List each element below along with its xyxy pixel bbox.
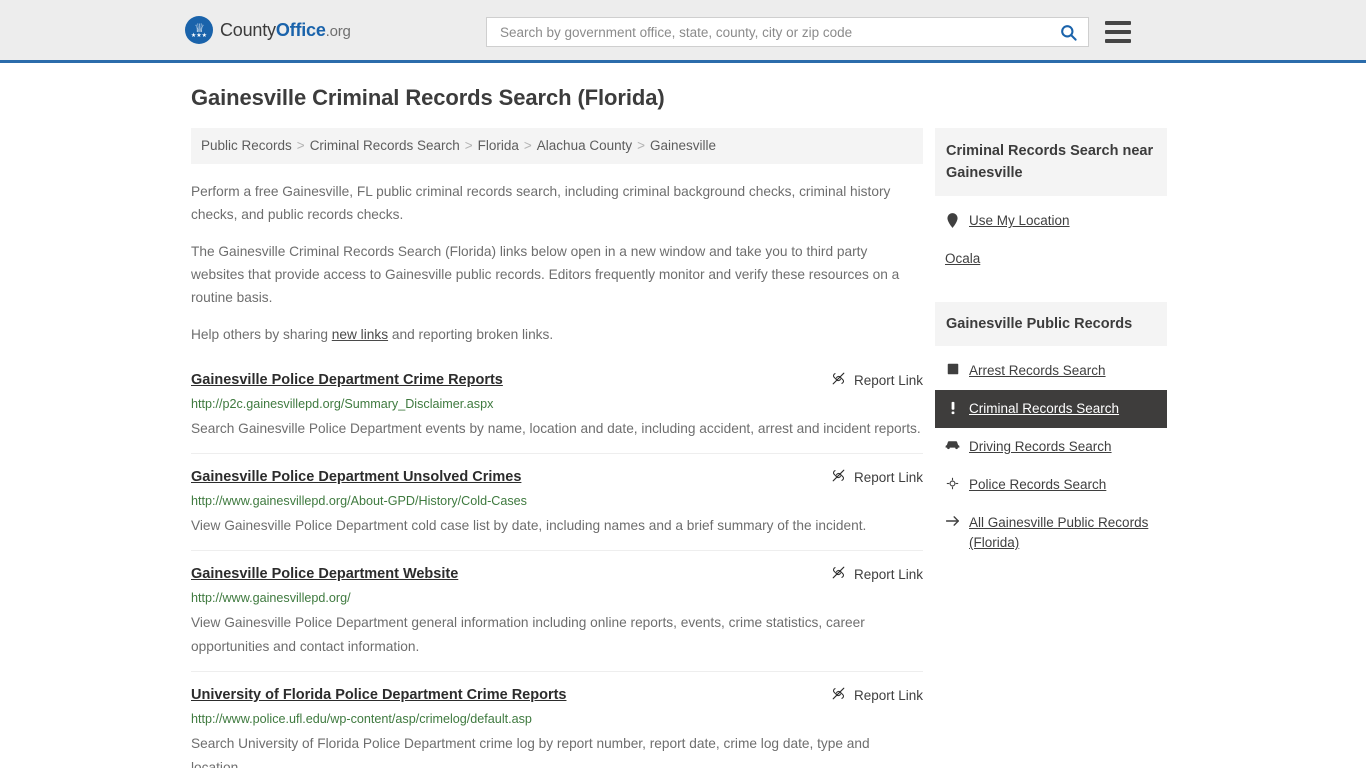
gavel-icon	[945, 361, 960, 375]
results-list: Gainesville Police Department Crime Repo…	[191, 366, 923, 768]
page-body: Gainesville Criminal Records Search (Flo…	[183, 63, 1183, 768]
content-columns: Public Records > Criminal Records Search > F…	[183, 128, 1183, 768]
main-column: Public Records > Criminal Records Search > F…	[191, 128, 923, 768]
use-my-location-link[interactable]: Use My Location	[935, 202, 1167, 240]
report-link-button[interactable]: Report Link	[831, 564, 923, 583]
sidebar-link-label: Criminal Records Search	[969, 401, 1120, 416]
result-item: Gainesville Police Department Unsolved C…	[191, 453, 923, 550]
public-records-links: Arrest Records Search Criminal Records Se…	[935, 346, 1167, 562]
intro-p3-before: Help others by sharing	[191, 327, 332, 342]
report-link-button[interactable]: Report Link	[831, 467, 923, 486]
breadcrumb-separator: >	[296, 138, 305, 153]
near-gainesville-heading: Criminal Records Search near Gainesville	[935, 128, 1167, 196]
result-title-link[interactable]: University of Florida Police Department …	[191, 685, 566, 705]
broken-link-icon	[831, 468, 846, 486]
intro-paragraph-2: The Gainesville Criminal Records Search …	[191, 244, 900, 305]
sidebar-link-all-gainesville-public-records-florida[interactable]: All Gainesville Public Records (Florida)	[935, 504, 1167, 562]
broken-link-icon	[831, 686, 846, 704]
result-title-link[interactable]: Gainesville Police Department Website	[191, 564, 458, 584]
report-link-button[interactable]: Report Link	[831, 685, 923, 704]
intro-p3-after: and reporting broken links.	[388, 327, 554, 342]
search-box[interactable]	[486, 17, 1089, 47]
search-input[interactable]	[498, 19, 1057, 45]
sidebar-link-label: Driving Records Search	[969, 439, 1112, 454]
result-header: University of Florida Police Department …	[191, 685, 923, 705]
result-title-link[interactable]: Gainesville Police Department Crime Repo…	[191, 370, 503, 390]
result-url[interactable]: http://www.gainesvillepd.org/About-GPD/H…	[191, 493, 923, 510]
site-header: ♕ ★★★ CountyOffice.org	[0, 0, 1366, 63]
breadcrumb-separator: >	[464, 138, 473, 153]
breadcrumb-item[interactable]: Alachua County	[537, 138, 632, 153]
breadcrumb-item[interactable]: Florida	[478, 138, 519, 153]
near-gainesville-links: Use My Location Ocala	[935, 196, 1167, 278]
result-header: Gainesville Police Department Unsolved C…	[191, 467, 923, 487]
brand-part-3: .org	[325, 22, 351, 40]
sidebar-link-arrest-records-search[interactable]: Arrest Records Search	[935, 352, 1167, 390]
report-link-label: Report Link	[853, 469, 923, 485]
car-icon	[945, 437, 960, 450]
brand-wordmark: CountyOffice.org	[220, 20, 351, 41]
breadcrumb-item[interactable]: Gainesville	[650, 138, 716, 153]
result-description: Search Gainesville Police Department eve…	[191, 421, 921, 436]
exclamation-icon	[945, 399, 960, 415]
eagle-seal-icon: ♕ ★★★	[185, 16, 213, 44]
public-records-heading: Gainesville Public Records	[935, 302, 1167, 346]
breadcrumb-item[interactable]: Public Records	[201, 138, 292, 153]
result-url[interactable]: http://p2c.gainesvillepd.org/Summary_Dis…	[191, 396, 923, 413]
page-title: Gainesville Criminal Records Search (Flo…	[191, 85, 665, 110]
sidebar: Criminal Records Search near Gainesville…	[935, 128, 1167, 566]
nearby-place-ocala[interactable]: Ocala	[935, 240, 1167, 278]
breadcrumb-item[interactable]: Criminal Records Search	[310, 138, 460, 153]
new-links-link[interactable]: new links	[332, 327, 388, 342]
header-search	[486, 17, 1131, 47]
public-records-card: Gainesville Public Records Arrest Record…	[935, 302, 1167, 562]
sidebar-link-police-records-search[interactable]: Police Records Search	[935, 466, 1167, 504]
header-inner: ♕ ★★★ CountyOffice.org	[183, 0, 1183, 60]
brand-part-2: Office	[275, 19, 326, 40]
sidebar-link-label: All Gainesville Public Records (Florida)	[969, 515, 1149, 550]
result-header: Gainesville Police Department Website Rep…	[191, 564, 923, 584]
sidebar-link-label: Police Records Search	[969, 477, 1107, 492]
result-url[interactable]: http://www.police.ufl.edu/wp-content/asp…	[191, 711, 923, 728]
result-description: Search University of Florida Police Depa…	[191, 736, 870, 768]
result-url[interactable]: http://www.gainesvillepd.org/	[191, 590, 923, 607]
brand-part-1: County	[220, 19, 276, 40]
near-gainesville-card: Criminal Records Search near Gainesville…	[935, 128, 1167, 278]
breadcrumb: Public Records > Criminal Records Search > F…	[191, 128, 923, 164]
sidebar-link-label: Arrest Records Search	[969, 363, 1106, 378]
result-description: View Gainesville Police Department cold …	[191, 518, 867, 533]
result-item: Gainesville Police Department Website Rep…	[191, 550, 923, 671]
report-link-label: Report Link	[853, 372, 923, 388]
breadcrumb-separator: >	[523, 138, 532, 153]
intro-text: Perform a free Gainesville, FL public cr…	[191, 180, 923, 346]
report-link-label: Report Link	[853, 687, 923, 703]
result-item: Gainesville Police Department Crime Repo…	[191, 366, 923, 453]
result-title-link[interactable]: Gainesville Police Department Unsolved C…	[191, 467, 521, 487]
broken-link-icon	[831, 371, 846, 389]
intro-paragraph-1: Perform a free Gainesville, FL public cr…	[191, 184, 891, 222]
report-link-button[interactable]: Report Link	[831, 370, 923, 389]
result-item: University of Florida Police Department …	[191, 671, 923, 768]
search-icon[interactable]	[1057, 23, 1080, 42]
site-logo[interactable]: ♕ ★★★ CountyOffice.org	[185, 16, 351, 44]
intro-paragraph-3: Help others by sharing new links and rep…	[191, 323, 923, 346]
use-my-location-label: Use My Location	[969, 213, 1070, 228]
sidebar-link-driving-records-search[interactable]: Driving Records Search	[935, 428, 1167, 466]
map-pin-icon	[945, 211, 960, 228]
result-header: Gainesville Police Department Crime Repo…	[191, 370, 923, 390]
arrow-right-icon	[945, 513, 960, 527]
hamburger-menu-icon[interactable]	[1105, 21, 1131, 43]
result-description: View Gainesville Police Department gener…	[191, 615, 865, 654]
broken-link-icon	[831, 565, 846, 583]
police-badge-icon	[945, 475, 960, 490]
sidebar-link-criminal-records-search[interactable]: Criminal Records Search	[935, 390, 1167, 428]
report-link-label: Report Link	[853, 566, 923, 582]
breadcrumb-separator: >	[637, 138, 645, 153]
